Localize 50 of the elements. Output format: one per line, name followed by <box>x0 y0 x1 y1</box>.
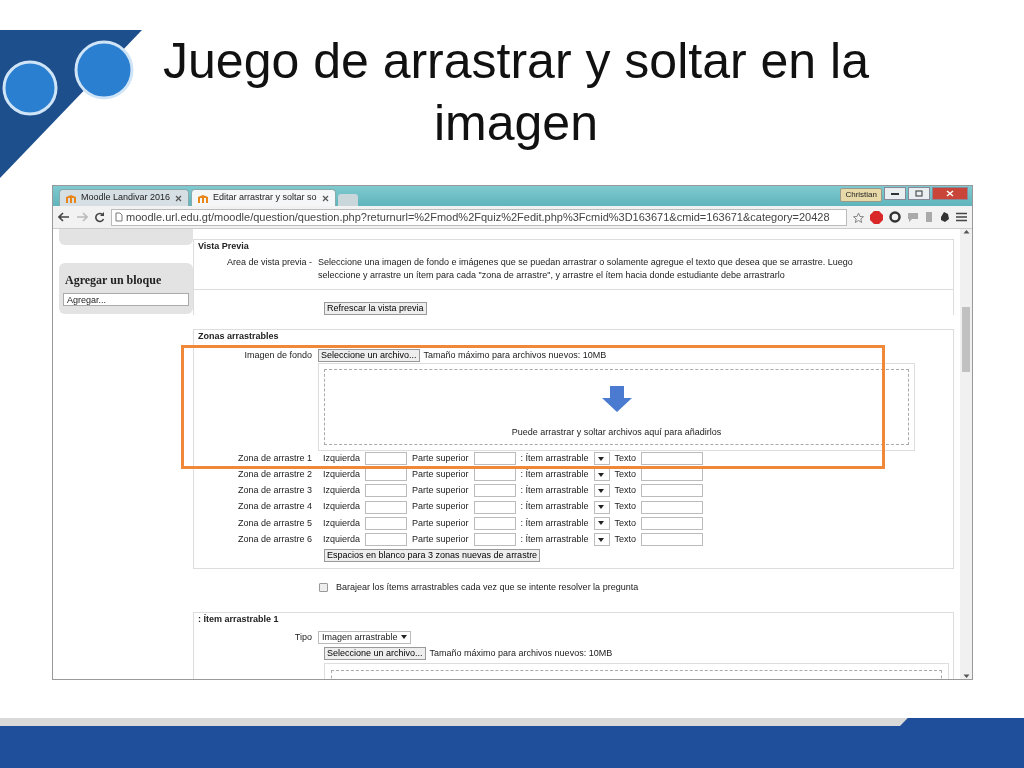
field-label: Zona de arrastre 6 <box>236 532 313 546</box>
field-label: Texto <box>614 484 637 498</box>
field-label: : Ítem arrastrable <box>520 500 589 514</box>
field-label: Zona de arrastre 3 <box>236 484 313 498</box>
field-label: Izquierda <box>323 500 361 514</box>
field-label: Texto <box>614 468 637 482</box>
field-label: Izquierda <box>323 468 361 482</box>
field-label: : Ítem arrastrable <box>520 532 589 546</box>
browser-tab[interactable]: Editar arrastrar y soltar so <box>191 189 336 206</box>
field-label: Izquierda <box>323 484 361 498</box>
field-label: Izquierda <box>323 516 361 530</box>
field-label: Parte superior <box>412 532 469 546</box>
file-chooser-button[interactable]: Seleccione un archivo... <box>324 647 426 661</box>
checkbox-label: Barajear los ítems arrastrables cada vez que se intente resolver la pregunta <box>336 580 639 594</box>
drop-zone[interactable]: Puede arrastrar y soltar archivos aquí para añadirlos <box>324 368 909 445</box>
field-label: : Ítem arrastrable <box>520 451 589 465</box>
file-chooser-button[interactable]: Seleccione un archivo... <box>318 349 420 363</box>
field-label: Izquierda <box>323 532 361 546</box>
browser-tab[interactable]: Moodle Landivar 2016 <box>59 189 190 206</box>
type-dropdown[interactable]: Imagen arrastrable <box>318 630 411 644</box>
field-label: Parte superior <box>412 484 469 498</box>
field-label: Imagen de fondo <box>243 349 313 362</box>
preview-text: Seleccione una imagen de fondo e imágenes que se puedan arrastrar o solamente agregue el texto que desea que se arrastre. Luego seleccione y arrastre un ítem para cada "zona de arrastre", y arrastre el ítem hacia donde estudiante debe arrastrarlo <box>318 255 854 282</box>
field-label: Parte superior <box>412 516 469 530</box>
refresh-button[interactable]: Refrescar la vista previa <box>324 301 427 315</box>
field-label: : Ítem arrastrable <box>520 516 589 530</box>
field-label: Texto <box>614 532 637 546</box>
slide-title: Juego de arrastrar y soltar en la imagen <box>162 32 870 153</box>
field-label: Parte superior <box>412 468 469 482</box>
block-select[interactable]: Agregar... <box>63 293 189 306</box>
max-size-text: Tamaño máximo para archivos nuevos: 10MB <box>429 647 613 661</box>
field-label: Parte superior <box>412 500 469 514</box>
field-label: Tipo <box>293 630 313 644</box>
field-label: Zona de arrastre 5 <box>236 516 313 530</box>
user-button[interactable]: Christian <box>840 188 882 202</box>
field-label: Texto <box>614 500 637 514</box>
field-label: Zona de arrastre 4 <box>236 500 313 514</box>
field-label: Area de vista previa - <box>225 255 313 269</box>
max-size-text: Tamaño máximo para archivos nuevos: 10MB <box>423 349 607 362</box>
add-zones-button[interactable]: Espacios en blanco para 3 zonas nuevas de arrastre <box>324 548 541 562</box>
field-label: : Ítem arrastrable <box>520 484 589 498</box>
field-label: : Ítem arrastrable <box>520 468 589 482</box>
field-label: Zona de arrastre 1 <box>236 451 313 465</box>
field-label: Izquierda <box>323 451 361 465</box>
block-title: Agregar un bloque <box>64 272 163 289</box>
field-label: Texto <box>614 451 637 465</box>
field-label: Zona de arrastre 2 <box>236 468 313 482</box>
field-label: Parte superior <box>412 451 469 465</box>
field-label: Texto <box>614 516 637 530</box>
drop-hint: Puede arrastrar y soltar archivos aquí para añadirlos <box>511 425 722 439</box>
